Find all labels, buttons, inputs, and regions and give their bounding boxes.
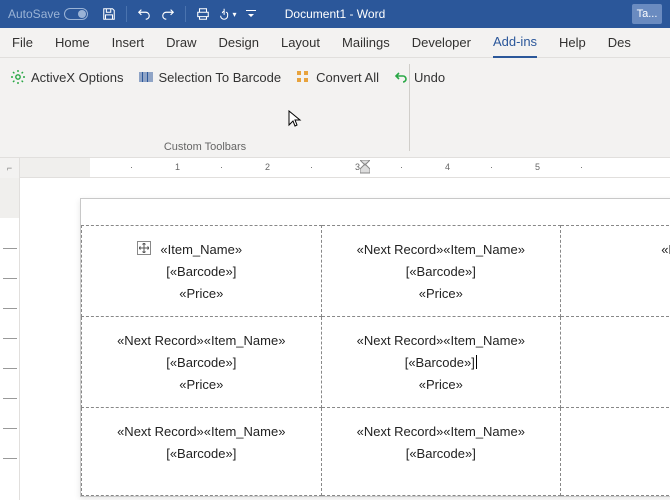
merge-field: [«Barcode»] xyxy=(406,446,476,461)
label-cell[interactable]: «Next Record»«Item_Name» [«Barcode»] xyxy=(82,408,322,496)
merge-field: «Price» xyxy=(179,286,223,301)
ruler-tick: 2 xyxy=(265,162,270,172)
label-cell[interactable]: «Next Record»«Item_Name» [«Barcode»] «Pr… xyxy=(321,226,561,317)
tab-mailings[interactable]: Mailings xyxy=(342,28,390,58)
tab-design-table[interactable]: Des xyxy=(608,28,631,58)
undo-arrow-icon xyxy=(393,69,409,85)
merge-field: [«Barcode»] xyxy=(166,264,236,279)
convert-all-button[interactable]: Convert All xyxy=(295,66,379,88)
customize-qat-button[interactable] xyxy=(240,3,262,25)
ruler-corner: ⌐ xyxy=(0,158,20,178)
document-title: Document1 - Word xyxy=(285,7,385,21)
ruler-tick: 5 xyxy=(535,162,540,172)
merge-field: «Price» xyxy=(179,377,223,392)
tab-help[interactable]: Help xyxy=(559,28,586,58)
ribbon: ActiveX Options Selection To Barcode Con… xyxy=(0,58,670,158)
table-row: «Next Record»«Item_Name» [«Barcode»] «Ne… xyxy=(82,408,670,496)
page: «Item_Name» [«Barcode»] «Price» «Next Re… xyxy=(80,198,670,497)
tab-addins[interactable]: Add-ins xyxy=(493,28,537,58)
undo-addon-label: Undo xyxy=(414,70,445,85)
activex-options-button[interactable]: ActiveX Options xyxy=(10,66,124,88)
tab-insert[interactable]: Insert xyxy=(112,28,145,58)
document-area: «Item_Name» [«Barcode»] «Price» «Next Re… xyxy=(0,178,670,500)
merge-field: «Next Record»«Item_Name» xyxy=(117,424,285,439)
horizontal-ruler[interactable]: ⌐ 1 2 3 4 5 ······ xyxy=(0,158,670,178)
tab-draw[interactable]: Draw xyxy=(166,28,196,58)
ribbon-group-separator xyxy=(409,64,410,151)
merge-field: «Next Record»«Item_Name» xyxy=(357,242,525,257)
ruler-tick: 4 xyxy=(445,162,450,172)
selection-to-barcode-label: Selection To Barcode xyxy=(159,70,282,85)
tab-layout[interactable]: Layout xyxy=(281,28,320,58)
gear-icon xyxy=(10,69,26,85)
label-cell[interactable]: «N xyxy=(561,226,670,317)
redo-button[interactable] xyxy=(157,3,179,25)
indent-marker-icon[interactable] xyxy=(360,160,370,174)
ribbon-group-label: Custom Toolbars xyxy=(0,141,410,153)
table-row: «Next Record»«Item_Name» [«Barcode»] «Pr… xyxy=(82,317,670,408)
table-move-handle[interactable] xyxy=(137,241,151,255)
account-button[interactable]: Ta... xyxy=(632,4,662,24)
tab-design[interactable]: Design xyxy=(219,28,259,58)
merge-field: «Next Record»«Item_Name» xyxy=(117,333,285,348)
touch-mode-button[interactable]: ▾ xyxy=(216,3,238,25)
grid-icon xyxy=(295,69,311,85)
merge-field: «Next Record»«Item_Name» xyxy=(357,333,525,348)
labels-table: «Item_Name» [«Barcode»] «Price» «Next Re… xyxy=(81,225,670,496)
autosave-label: AutoSave xyxy=(8,7,60,21)
merge-field: «Price» xyxy=(419,286,463,301)
merge-field: [«Barcode»] xyxy=(166,446,236,461)
label-cell[interactable]: «Next Record»«Item_Name» [«Barcode»] «Pr… xyxy=(321,317,561,408)
merge-field: «Price» xyxy=(419,377,463,392)
print-button[interactable] xyxy=(192,3,214,25)
label-cell[interactable]: «Next Record»«Item_Name» [«Barcode»] «Pr… xyxy=(82,317,322,408)
label-cell[interactable]: «Item_Name» [«Barcode»] «Price» xyxy=(82,226,322,317)
tab-developer[interactable]: Developer xyxy=(412,28,471,58)
undo-addon-button[interactable]: Undo xyxy=(393,66,445,88)
quick-access-toolbar: ▾ xyxy=(98,3,262,25)
label-cell[interactable] xyxy=(561,317,670,408)
merge-field: «N xyxy=(661,242,670,257)
tab-file[interactable]: File xyxy=(12,28,33,58)
merge-field: [«Barcode»] xyxy=(406,264,476,279)
barcode-icon xyxy=(138,69,154,85)
selection-to-barcode-button[interactable]: Selection To Barcode xyxy=(138,66,282,88)
ribbon-tabs: File Home Insert Draw Design Layout Mail… xyxy=(0,28,670,58)
ruler-tick: 1 xyxy=(175,162,180,172)
label-cell[interactable]: «Next Record»«Item_Name» [«Barcode»] xyxy=(321,408,561,496)
merge-field: «Next Record»«Item_Name» xyxy=(357,424,525,439)
table-row: «Item_Name» [«Barcode»] «Price» «Next Re… xyxy=(82,226,670,317)
save-button[interactable] xyxy=(98,3,120,25)
merge-field: [«Barcode»] xyxy=(405,355,475,370)
merge-field: «Item_Name» xyxy=(160,242,242,257)
text-cursor xyxy=(476,355,477,369)
tab-home[interactable]: Home xyxy=(55,28,90,58)
document-canvas[interactable]: «Item_Name» [«Barcode»] «Price» «Next Re… xyxy=(20,178,670,500)
convert-all-label: Convert All xyxy=(316,70,379,85)
activex-label: ActiveX Options xyxy=(31,70,124,85)
undo-button[interactable] xyxy=(133,3,155,25)
label-cell[interactable] xyxy=(561,408,670,496)
vertical-ruler[interactable] xyxy=(0,178,20,500)
autosave-toggle[interactable]: AutoSave xyxy=(8,7,88,21)
title-bar: AutoSave ▾ Document1 - Word Ta... xyxy=(0,0,670,28)
merge-field: [«Barcode»] xyxy=(166,355,236,370)
toggle-switch-icon xyxy=(64,8,88,20)
